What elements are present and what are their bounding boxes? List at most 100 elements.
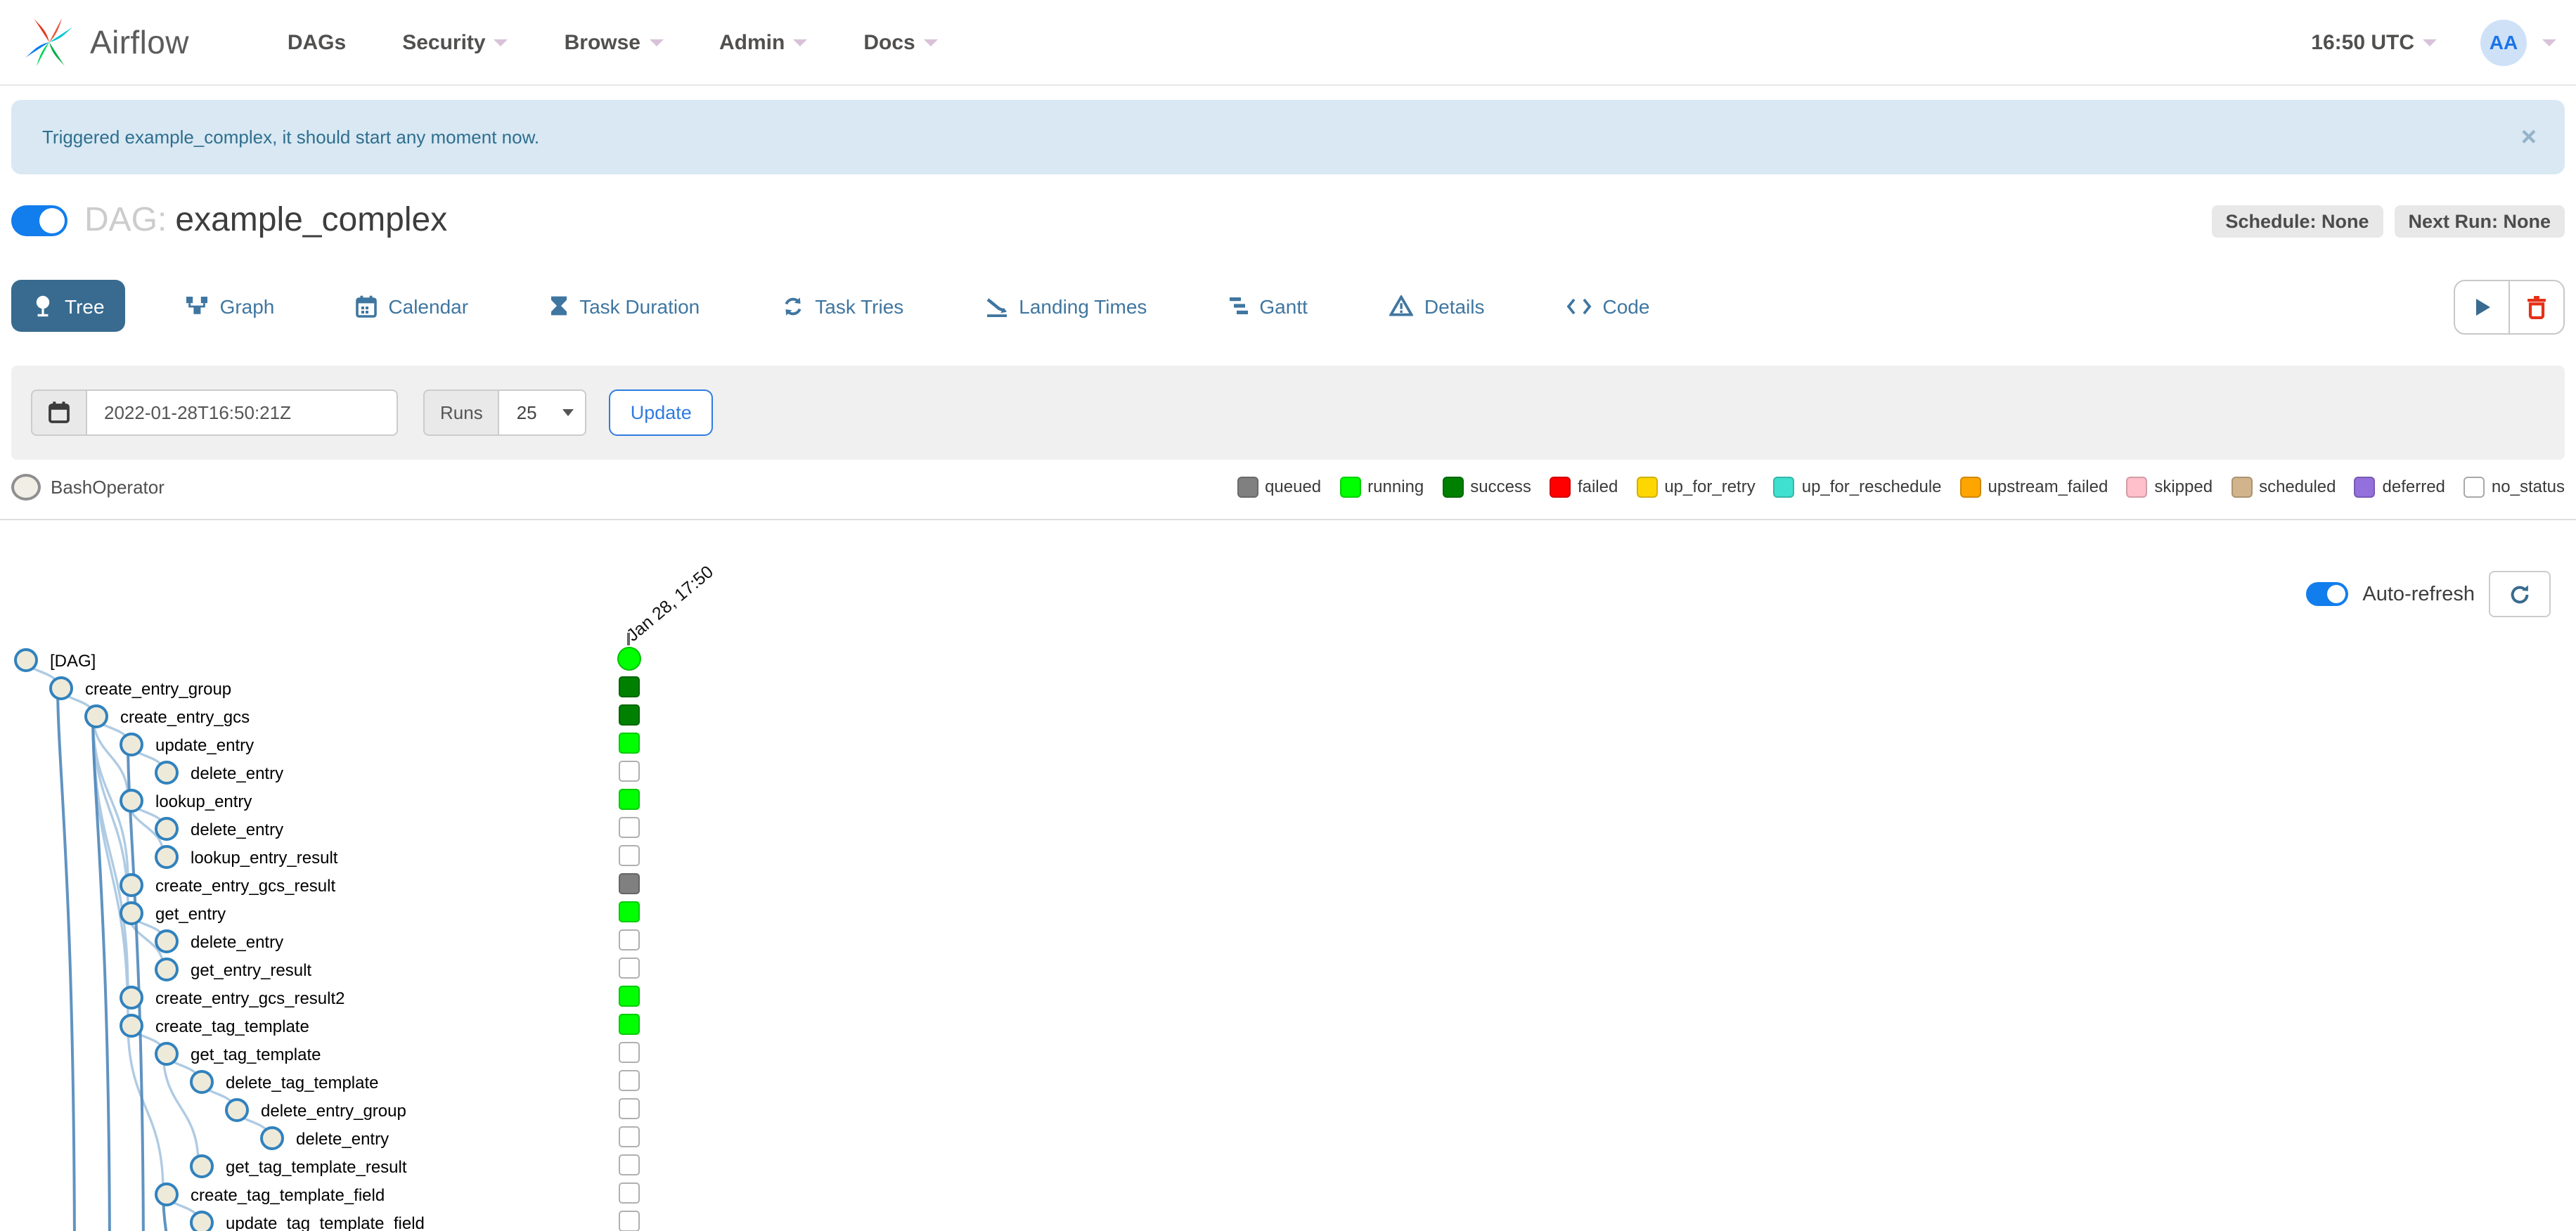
trigger-dag-button[interactable]	[2455, 281, 2509, 333]
legend-label: success	[1470, 477, 1531, 496]
legend-label: running	[1367, 477, 1424, 496]
task-status-square-running[interactable]	[619, 901, 640, 922]
node-circle-icon	[154, 761, 178, 785]
task-status-square-no_status[interactable]	[619, 1098, 640, 1119]
task-status-square-no_status[interactable]	[619, 1070, 640, 1091]
legend-label: deferred	[2382, 477, 2445, 496]
task-status-square-no_status[interactable]	[619, 845, 640, 866]
tree-node-update_entry[interactable]: update_entry	[119, 733, 254, 756]
avatar[interactable]: AA	[2480, 19, 2527, 65]
nav-item-label: Admin	[719, 30, 785, 54]
tree-node-create_entry_gcs_result[interactable]: create_entry_gcs_result	[119, 873, 335, 897]
legend-label: upstream_failed	[1988, 477, 2108, 496]
tree-node-lookup_entry[interactable]: lookup_entry	[119, 789, 252, 813]
status-swatch-running	[1339, 476, 1361, 497]
status-swatch-up_for_retry	[1636, 476, 1658, 497]
task-status-square-running[interactable]	[619, 789, 640, 810]
tree-node-delete_tag_template[interactable]: delete_tag_template	[189, 1070, 379, 1094]
tab-task-duration[interactable]: Task Duration	[529, 280, 721, 332]
task-label: delete_entry	[296, 1128, 389, 1148]
tree-node-delete_entry_group[interactable]: delete_entry_group	[224, 1098, 406, 1122]
tree-node-create_entry_gcs[interactable]: create_entry_gcs	[84, 704, 250, 728]
task-status-square-running[interactable]	[619, 986, 640, 1007]
tree-node-dag[interactable]: [DAG]	[13, 648, 96, 672]
task-label: lookup_entry	[155, 791, 252, 811]
details-icon	[1389, 295, 1413, 316]
tree-node-delete_entry[interactable]: delete_entry	[154, 929, 283, 953]
tree-node-create_entry_gcs_result2[interactable]: create_entry_gcs_result2	[119, 986, 345, 1010]
nav-item-security[interactable]: Security	[374, 0, 536, 84]
status-swatch-skipped	[2126, 476, 2148, 497]
task-status-square-no_status[interactable]	[619, 1154, 640, 1175]
legend-item-up_for_retry: up_for_retry	[1636, 476, 1756, 497]
tree-node-update_tag_template_field[interactable]: update_tag_template_field	[189, 1211, 425, 1231]
tree-node-create_entry_group[interactable]: create_entry_group	[49, 676, 231, 700]
task-label: get_tag_template	[191, 1044, 321, 1064]
num-runs-select[interactable]: 25	[499, 389, 587, 436]
tree-node-delete_entry[interactable]: delete_entry	[154, 817, 283, 841]
tree-node-create_tag_template_field[interactable]: create_tag_template_field	[154, 1182, 385, 1206]
airflow-brand[interactable]: Airflow	[20, 13, 189, 72]
delete-dag-button[interactable]	[2509, 281, 2563, 333]
base-date-input[interactable]	[87, 389, 398, 436]
task-status-square-no_status[interactable]	[619, 929, 640, 950]
chevron-down-icon[interactable]	[2542, 39, 2556, 46]
tree-node-get_entry_result[interactable]: get_entry_result	[154, 958, 311, 981]
tab-gantt[interactable]: Gantt	[1207, 280, 1329, 332]
tree-node-get_tag_template_result[interactable]: get_tag_template_result	[189, 1154, 407, 1178]
task-status-square-running[interactable]	[619, 1014, 640, 1035]
task-status-square-no_status[interactable]	[619, 1126, 640, 1147]
dag-header: DAG: example_complex Schedule: None Next …	[0, 174, 2576, 240]
legend-label: skipped	[2154, 477, 2213, 496]
tab-task-tries[interactable]: Task Tries	[760, 280, 925, 332]
node-circle-icon	[154, 958, 178, 981]
tab-code[interactable]: Code	[1545, 280, 1671, 332]
tab-landing-times[interactable]: Landing Times	[964, 280, 1168, 332]
task-status-square-no_status[interactable]	[619, 817, 640, 838]
brand-name: Airflow	[90, 23, 189, 60]
tab-details[interactable]: Details	[1368, 280, 1506, 332]
task-status-square-no_status[interactable]	[619, 958, 640, 979]
task-status-square-no_status[interactable]	[619, 1042, 640, 1063]
node-circle-icon	[189, 1070, 213, 1094]
autorefresh-controls: Auto-refresh	[2306, 571, 2551, 617]
airflow-logo-icon	[25, 18, 73, 66]
task-duration-icon	[550, 295, 568, 317]
tree-node-get_tag_template[interactable]: get_tag_template	[154, 1042, 321, 1066]
tree-node-lookup_entry_result[interactable]: lookup_entry_result	[154, 845, 337, 869]
nav-item-docs[interactable]: Docs	[835, 0, 965, 84]
legend-item-up_for_reschedule: up_for_reschedule	[1773, 476, 1942, 497]
dag-pause-toggle[interactable]	[11, 205, 67, 236]
legend-label: queued	[1265, 477, 1322, 496]
update-button[interactable]: Update	[609, 389, 713, 436]
tab-graph[interactable]: Graph	[165, 280, 296, 332]
task-label: delete_entry_group	[261, 1100, 406, 1120]
nav-item-dags[interactable]: DAGs	[259, 0, 374, 84]
task-status-square-queued[interactable]	[619, 873, 640, 894]
dag-run-status-circle[interactable]	[617, 647, 641, 671]
clock-menu[interactable]: 16:50 UTC	[2283, 30, 2465, 54]
task-status-square-running[interactable]	[619, 733, 640, 754]
tab-tree[interactable]: Tree	[11, 280, 126, 332]
auto-refresh-toggle[interactable]	[2306, 582, 2349, 606]
tree-node-delete_entry[interactable]: delete_entry	[259, 1126, 389, 1150]
nav-item-browse[interactable]: Browse	[536, 0, 691, 84]
close-icon[interactable]: ×	[2521, 124, 2537, 150]
task-status-square-success[interactable]	[619, 704, 640, 726]
task-status-square-success[interactable]	[619, 676, 640, 697]
refresh-icon	[2511, 584, 2529, 603]
num-runs-select-wrap: 25	[499, 389, 587, 436]
tree-node-create_tag_template[interactable]: create_tag_template	[119, 1014, 309, 1038]
operator-label: BashOperator	[51, 476, 165, 497]
tree-node-delete_entry[interactable]: delete_entry	[154, 761, 283, 785]
gantt-icon	[1228, 295, 1248, 316]
tab-calendar[interactable]: Calendar	[335, 280, 489, 332]
nav-item-admin[interactable]: Admin	[691, 0, 835, 84]
task-status-square-no_status[interactable]	[619, 1211, 640, 1231]
refresh-button[interactable]	[2489, 571, 2551, 617]
task-status-square-no_status[interactable]	[619, 1182, 640, 1204]
task-status-square-no_status[interactable]	[619, 761, 640, 782]
node-circle-icon	[119, 733, 143, 756]
status-swatch-deferred	[2354, 476, 2376, 497]
tree-node-get_entry[interactable]: get_entry	[119, 901, 226, 925]
